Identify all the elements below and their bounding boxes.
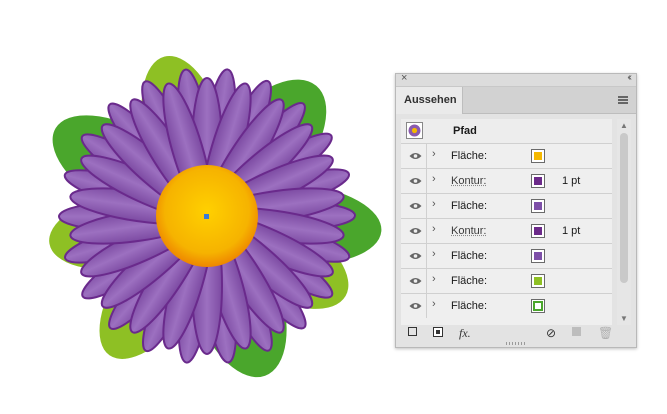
panel-toolbar: fx. ⊘ 🗑 bbox=[396, 324, 636, 343]
scroll-down-icon[interactable]: ▼ bbox=[620, 314, 628, 323]
row-label[interactable]: Kontur: bbox=[451, 175, 486, 187]
duplicate-icon[interactable] bbox=[572, 327, 581, 336]
appearance-row[interactable]: › Fläche: bbox=[401, 144, 612, 169]
row-label: Fläche: bbox=[451, 250, 488, 262]
appearance-list: Pfad › Fläche: › Kontur: 1 pt › Fläche: bbox=[401, 119, 612, 325]
scrollbar[interactable]: ▲ ▼ bbox=[617, 119, 631, 325]
chevron-right-icon[interactable]: › bbox=[432, 173, 436, 185]
close-icon[interactable]: × bbox=[401, 72, 407, 84]
chevron-right-icon[interactable]: › bbox=[432, 198, 436, 210]
fill-swatch[interactable] bbox=[531, 249, 545, 263]
row-label: Fläche: bbox=[451, 275, 488, 287]
row-label[interactable]: Kontur: bbox=[451, 225, 486, 237]
chevron-right-icon[interactable]: › bbox=[432, 273, 436, 285]
panel-title-bar: × ‹‹ bbox=[396, 72, 636, 87]
appearance-row[interactable]: › Fläche: bbox=[401, 294, 612, 319]
appearance-row[interactable]: › Fläche: bbox=[401, 194, 612, 219]
resize-grip[interactable] bbox=[506, 342, 526, 345]
anchor-point bbox=[204, 214, 209, 219]
chevron-right-icon[interactable]: › bbox=[432, 248, 436, 260]
fx-icon[interactable]: fx. bbox=[459, 326, 471, 341]
eye-icon[interactable] bbox=[409, 202, 422, 210]
target-row[interactable]: Pfad bbox=[401, 119, 612, 144]
collapse-icon[interactable]: ‹‹ bbox=[627, 72, 631, 83]
stroke-weight[interactable]: 1 pt bbox=[562, 225, 580, 237]
target-label: Pfad bbox=[453, 125, 477, 137]
appearance-row[interactable]: › Kontur: 1 pt bbox=[401, 169, 612, 194]
chevron-right-icon[interactable]: › bbox=[432, 148, 436, 160]
new-fill-icon[interactable] bbox=[433, 327, 443, 337]
appearance-row[interactable]: › Kontur: 1 pt bbox=[401, 219, 612, 244]
panel-menu-icon[interactable] bbox=[618, 96, 628, 104]
fill-swatch[interactable] bbox=[531, 199, 545, 213]
appearance-row[interactable]: › Fläche: bbox=[401, 244, 612, 269]
fill-swatch[interactable] bbox=[531, 274, 545, 288]
clear-icon[interactable]: ⊘ bbox=[546, 326, 556, 340]
panel-tab-row: Aussehen bbox=[396, 87, 636, 114]
row-label: Fläche: bbox=[451, 300, 488, 312]
eye-icon[interactable] bbox=[409, 302, 422, 310]
eye-icon[interactable] bbox=[409, 277, 422, 285]
flower-artwork[interactable] bbox=[0, 0, 400, 414]
fill-swatch[interactable] bbox=[531, 299, 545, 313]
scroll-up-icon[interactable]: ▲ bbox=[620, 121, 628, 130]
scroll-thumb[interactable] bbox=[620, 133, 628, 283]
row-label: Fläche: bbox=[451, 150, 488, 162]
stroke-swatch[interactable] bbox=[531, 224, 545, 238]
row-label: Fläche: bbox=[451, 200, 488, 212]
tab-aussehen[interactable]: Aussehen bbox=[396, 87, 463, 114]
eye-icon[interactable] bbox=[409, 252, 422, 260]
eye-icon[interactable] bbox=[409, 227, 422, 235]
chevron-right-icon[interactable]: › bbox=[432, 298, 436, 310]
eye-icon[interactable] bbox=[409, 152, 422, 160]
appearance-row[interactable]: › Fläche: bbox=[401, 269, 612, 294]
new-stroke-icon[interactable] bbox=[408, 327, 417, 336]
delete-icon[interactable]: 🗑 bbox=[598, 326, 613, 340]
path-thumbnail-icon bbox=[406, 122, 423, 139]
chevron-right-icon[interactable]: › bbox=[432, 223, 436, 235]
eye-icon[interactable] bbox=[409, 177, 422, 185]
appearance-panel: × ‹‹ Aussehen Pfad › Fläche: › Kontur: 1… bbox=[395, 72, 637, 348]
stroke-swatch[interactable] bbox=[531, 174, 545, 188]
fill-swatch[interactable] bbox=[531, 149, 545, 163]
stroke-weight[interactable]: 1 pt bbox=[562, 175, 580, 187]
